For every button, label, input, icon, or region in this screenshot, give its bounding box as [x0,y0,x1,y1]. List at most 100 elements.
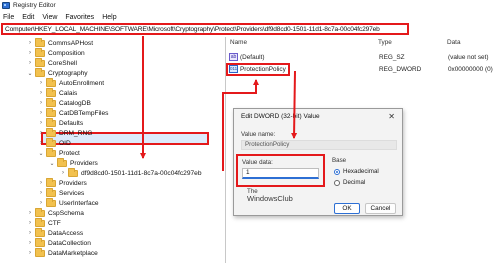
tree-item[interactable]: › CspSchema [27,207,84,218]
folder-icon [57,157,67,167]
chevron-down-icon[interactable]: ⌄ [38,150,44,157]
close-icon[interactable]: ✕ [388,112,395,121]
tree-item[interactable]: › CommsAPHost [27,37,93,48]
folder-icon [46,87,56,97]
tree-item-label: Providers [59,179,87,187]
folder-icon [35,237,45,247]
tree-item[interactable]: › DRM_RNG [38,127,92,138]
folder-icon [35,47,45,57]
value-row-default[interactable]: ab (Default) REG_SZ (value not set) [229,52,499,62]
chevron-right-icon[interactable]: › [38,120,44,126]
chevron-down-icon[interactable]: ⌄ [27,70,33,77]
folder-icon [35,67,45,77]
chevron-right-icon[interactable]: › [38,190,44,196]
value-data-input[interactable]: 1 [242,168,319,179]
chevron-right-icon[interactable]: › [27,50,33,56]
hexadecimal-radio[interactable]: Hexadecimal [334,168,379,175]
tree-item[interactable]: ⌄ Providers [49,157,98,168]
address-path: Computer\HKEY_LOCAL_MACHINE\SOFTWARE\Mic… [5,25,380,33]
tree-item[interactable]: › Providers [38,177,87,188]
tree-item[interactable]: › CatalogDB [38,97,91,108]
chevron-right-icon[interactable]: › [38,90,44,96]
tree-item[interactable]: › UserInterface [38,197,99,208]
chevron-right-icon[interactable]: › [38,110,44,116]
folder-icon [46,127,56,137]
address-bar[interactable]: Computer\HKEY_LOCAL_MACHINE\SOFTWARE\Mic… [1,23,409,35]
decimal-radio[interactable]: Decimal [334,179,365,186]
chevron-right-icon[interactable]: › [38,180,44,186]
tree-item-label: CatDBTempFiles [59,109,109,117]
menu-edit[interactable]: Edit [22,14,34,21]
decimal-label: Decimal [343,179,366,186]
folder-icon [46,187,56,197]
value-data-highlight: Value data: 1 [236,154,325,187]
tree-item[interactable]: › DataAccess [27,227,83,238]
tree-item-label: df9d8cd0-1501-11d1-8c7a-00c04fc297eb [81,169,202,177]
folder-icon [46,177,56,187]
tree-item[interactable]: › CatDBTempFiles [38,107,109,118]
folder-icon [68,167,78,177]
folder-icon [46,147,56,157]
menu-help[interactable]: Help [102,14,116,21]
tree-item[interactable]: › DataMarketplace [27,247,98,258]
hexadecimal-label: Hexadecimal [343,168,379,175]
tree-item[interactable]: › OID [38,137,71,148]
edit-dword-dialog: Edit DWORD (32-bit) Value ✕ Value name: … [233,108,403,216]
value-name-label: Value name: [241,131,276,138]
value-type: REG_SZ [379,53,405,61]
tree-item[interactable]: ⌄ Protect [38,147,80,158]
chevron-right-icon[interactable]: › [60,170,66,176]
folder-icon [35,217,45,227]
tree-item[interactable]: › Composition [27,47,85,58]
ok-button[interactable]: OK [334,203,360,214]
chevron-right-icon[interactable]: › [27,210,33,216]
window-title: Registry Editor [13,2,56,9]
title-bar: Registry Editor [0,0,500,11]
tree-item-label: CoreShell [48,59,77,67]
tree-item[interactable]: › Calais [38,87,77,98]
watermark-line2: WindowsClub [247,194,293,203]
folder-icon [35,207,45,217]
value-data-label: Value data: [242,159,273,166]
tree-item-label: Composition [48,49,85,57]
tree-item[interactable]: › Defaults [38,117,83,128]
tree-item-label: Providers [70,159,98,167]
chevron-right-icon[interactable]: › [38,80,44,86]
protectionpolicy-highlight [226,63,290,76]
cancel-button[interactable]: Cancel [365,203,396,214]
column-data-header[interactable]: Data [447,39,461,48]
chevron-right-icon[interactable]: › [27,250,33,256]
tree-item[interactable]: › CTF [27,217,61,228]
chevron-right-icon[interactable]: › [38,130,44,136]
tree-item-label: AutoEnrollment [59,79,105,87]
base-label: Base [332,157,347,164]
tree-item[interactable]: › AutoEnrollment [38,77,105,88]
tree-item[interactable]: › Services [38,187,84,198]
menu-favorites[interactable]: Favorites [65,14,94,21]
chevron-right-icon[interactable]: › [27,240,33,246]
tree-item[interactable]: › CoreShell [27,57,77,68]
registry-tree: › CommsAPHost › Composition › CoreShell ⌄ Crypt… [0,37,224,263]
chevron-right-icon[interactable]: › [27,220,33,226]
chevron-right-icon[interactable]: › [38,200,44,206]
tree-item-label: OID [59,139,71,147]
menu-file[interactable]: File [3,14,14,21]
registry-editor-icon [2,2,10,9]
chevron-right-icon[interactable]: › [27,60,33,66]
chevron-right-icon[interactable]: › [27,230,33,236]
chevron-right-icon[interactable]: › [27,40,33,46]
radio-empty-icon [334,179,340,186]
string-value-icon: ab [229,53,238,61]
menu-view[interactable]: View [42,14,57,21]
folder-icon [35,37,45,47]
chevron-down-icon[interactable]: ⌄ [49,160,55,167]
chevron-right-icon[interactable]: › [38,100,44,106]
radio-selected-icon [334,168,340,175]
tree-item[interactable]: › DataCollection [27,237,91,248]
tree-item[interactable]: › df9d8cd0-1501-11d1-8c7a-00c04fc297eb [60,167,202,178]
tree-item[interactable]: ⌄ Cryptography [27,67,88,78]
folder-icon [46,77,56,87]
column-name-header[interactable]: Name [230,39,247,48]
column-type-header[interactable]: Type [378,39,392,48]
chevron-right-icon[interactable]: › [38,140,44,146]
